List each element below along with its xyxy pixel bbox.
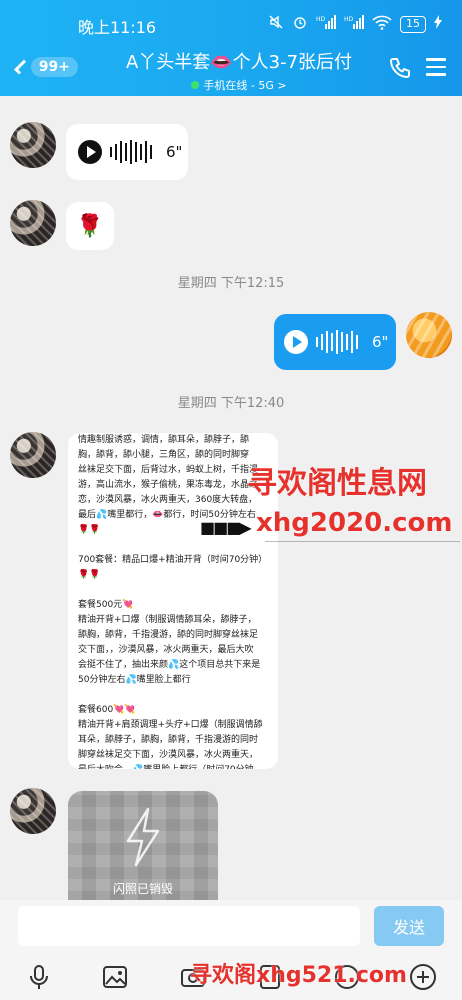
back-button[interactable]: 99+ <box>12 52 78 82</box>
text-line: 🌹🌹 <box>78 570 101 580</box>
chat-title: A丫头半套👄个人3-7张后付 <box>125 52 353 73</box>
play-icon <box>78 140 102 164</box>
text-line: 精油开背+肩颈调理+头疗+口爆（制服调情舔 <box>78 720 263 730</box>
contact-avatar[interactable] <box>10 788 56 834</box>
chat-header: 晚上11:16 HD HD 15 99+ A丫头半套👄个人3-7张后付 手机在线… <box>0 0 462 96</box>
message-timestamp: 星期四 下午12:40 <box>177 396 285 411</box>
text-line <box>78 688 268 703</box>
send-button[interactable]: 发送 <box>374 906 444 946</box>
voice-duration: 6" <box>372 333 389 351</box>
text-line: 套餐600💘💘 <box>78 705 136 715</box>
voice-duration: 6" <box>166 143 183 161</box>
flash-photo-message[interactable]: 闪照已销毁 <box>68 791 218 900</box>
contact-avatar[interactable] <box>10 432 56 478</box>
signal-icon-1: HD <box>316 15 336 33</box>
text-line: 700套餐：精品口爆+精油开背（时间70分钟） <box>78 555 268 565</box>
text-line: 丝袜足交下面，后背过水，蚂蚁上树，千指漫 <box>78 465 259 475</box>
status-icons: HD HD 15 <box>268 14 442 34</box>
status-time: 晚上11:16 <box>78 18 157 37</box>
status-bar: 晚上11:16 HD HD 15 <box>0 12 462 37</box>
watermark-bottom: 寻欢阁xhg521.com <box>190 963 407 988</box>
rose-emoji: 🌹 <box>76 213 104 239</box>
contact-avatar[interactable] <box>10 122 56 168</box>
alarm-icon <box>292 14 308 34</box>
waveform-icon <box>316 330 358 354</box>
text-line: 胸，舔背，舔小腿，三角区，舔的同时脚穿 <box>78 450 250 460</box>
chat-title-area[interactable]: A丫头半套👄个人3-7张后付 手机在线 - 5G > <box>96 48 382 93</box>
charging-icon <box>434 15 442 33</box>
signal-icon-2: HD <box>344 15 364 33</box>
text-line: 套餐500元💘 <box>78 600 134 610</box>
text-line: 舔胸，舔背，千指漫游，舔的同时脚穿丝袜足 <box>78 630 259 640</box>
waveform-icon <box>110 140 152 164</box>
lightning-icon <box>126 807 160 867</box>
emoji-message[interactable]: 🌹 <box>66 202 114 250</box>
watermark-divider <box>265 541 460 542</box>
text-message-body: 情趣制服诱惑，调情，舔耳朵，舔脖子，舔 胸，舔背，舔小腿，三角区，舔的同时脚穿 丝袜… <box>78 433 268 769</box>
online-status-text: 手机在线 - 5G > <box>203 79 287 92</box>
message-timestamp: 星期四 下午12:15 <box>177 276 285 291</box>
text-line: 精油开背+口爆（制服调情舔耳朵，舔脖子， <box>78 615 257 625</box>
phone-icon[interactable] <box>388 56 412 84</box>
image-icon[interactable] <box>100 962 130 992</box>
online-status: 手机在线 - 5G > <box>96 77 382 93</box>
text-line: 50分钟左右💦嘴里脸上都行 <box>78 675 191 685</box>
mute-icon <box>268 14 284 34</box>
play-icon <box>284 330 308 354</box>
text-line: 耳朵，舔脖子，舔胸，舔背，千指漫游的同时 <box>78 735 259 745</box>
wifi-icon <box>372 15 392 34</box>
text-line: 游，高山流水，猴子偷桃，果冻毒龙，水晶之 <box>78 480 259 490</box>
hd-label-2: HD <box>344 16 354 23</box>
unread-badge: 99+ <box>30 57 78 77</box>
online-dot-icon <box>191 81 200 89</box>
own-voice-message[interactable]: 6" <box>274 314 396 370</box>
chevron-left-icon <box>14 59 29 75</box>
arrow-icon: ■■■▶ <box>200 518 252 537</box>
text-line <box>78 583 268 598</box>
text-line: 情趣制服诱惑，调情，舔耳朵，舔脖子，舔 <box>78 435 250 445</box>
hd-label-1: HD <box>316 16 326 23</box>
own-avatar[interactable] <box>406 312 452 358</box>
text-line: 交下面，，沙漠风暴，冰火两重天，最后大吹 <box>78 645 254 655</box>
voice-message[interactable]: 6" <box>66 124 188 180</box>
watermark-text: 寻欢阁性息网 <box>247 466 427 501</box>
battery-indicator: 15 <box>400 15 426 33</box>
watermark-domain: xhg2020.com <box>256 508 453 538</box>
chat-messages[interactable]: 6" 🌹 星期四 下午12:15 6" 星期四 下午12:40 情趣制服诱惑，调… <box>0 96 462 900</box>
text-line <box>78 538 268 553</box>
text-line: 最后大吹会，💦嘴里脸上都行（时间70分钟 <box>78 763 268 769</box>
text-line: 脚穿丝袜足交下面，沙漠风暴，冰火两重天， <box>78 750 259 760</box>
contact-avatar[interactable] <box>10 200 56 246</box>
plus-circle-icon[interactable] <box>408 962 438 992</box>
text-line: 会挺不住了，抽出来颜💦这个项目总共下来是 <box>78 660 261 670</box>
flash-photo-label: 闪照已销毁 <box>112 882 173 896</box>
text-line: 恋，沙漠风暴，冰火两重天，360度大转盘， <box>78 495 258 505</box>
menu-icon[interactable] <box>426 58 446 81</box>
message-input[interactable] <box>18 906 360 946</box>
microphone-icon[interactable] <box>24 962 54 992</box>
